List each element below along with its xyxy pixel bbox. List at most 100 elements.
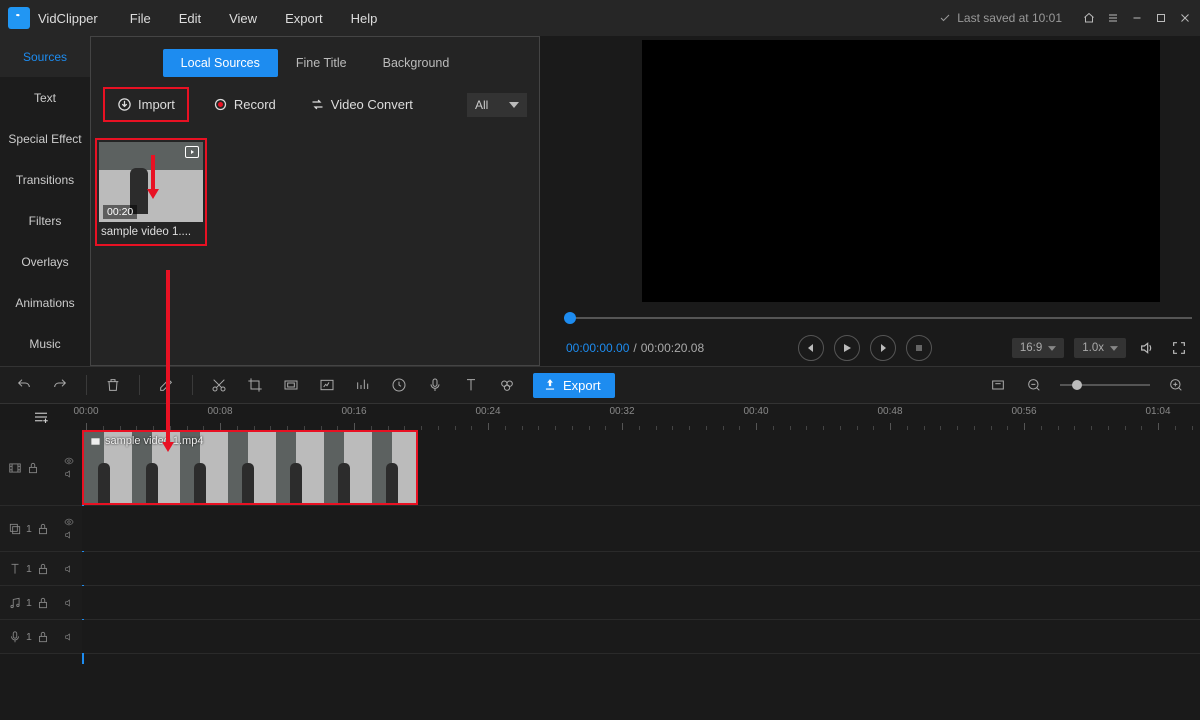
duration-button[interactable] xyxy=(389,375,409,395)
nav-filters[interactable]: Filters xyxy=(0,200,90,241)
media-panel: Local Sources Fine Title Background Impo… xyxy=(90,36,540,366)
clip-icon xyxy=(90,436,101,447)
overlay-track-content[interactable] xyxy=(82,506,1200,551)
snap-button[interactable] xyxy=(988,375,1008,395)
delete-button[interactable] xyxy=(103,375,123,395)
record-button[interactable]: Record xyxy=(203,91,286,118)
video-convert-label: Video Convert xyxy=(331,97,413,112)
nav-sources[interactable]: Sources xyxy=(0,36,90,77)
overlay-track-header[interactable]: 1 xyxy=(0,506,82,551)
effects-button[interactable] xyxy=(317,375,337,395)
scrubber-knob[interactable] xyxy=(564,312,576,324)
aspect-ratio-dropdown[interactable]: 16:9 xyxy=(1012,338,1064,358)
add-track-button[interactable] xyxy=(0,404,82,430)
tab-fine-title[interactable]: Fine Title xyxy=(278,49,365,77)
time-current: 00:00:00.00 xyxy=(566,341,629,355)
home-icon[interactable] xyxy=(1078,7,1100,29)
redo-button[interactable] xyxy=(50,375,70,395)
mute-icon[interactable] xyxy=(64,564,74,574)
play-button[interactable] xyxy=(834,335,860,361)
preview-scrubber[interactable] xyxy=(564,310,1192,326)
nav-music[interactable]: Music xyxy=(0,323,90,364)
speed-dropdown[interactable]: 1.0x xyxy=(1074,338,1126,358)
lock-icon[interactable] xyxy=(36,596,50,610)
tab-local-sources[interactable]: Local Sources xyxy=(163,49,278,77)
export-button[interactable]: Export xyxy=(533,373,615,398)
import-icon xyxy=(117,97,132,112)
voice-track-header[interactable]: 1 xyxy=(0,620,82,653)
mute-icon[interactable] xyxy=(64,469,74,479)
menu-export[interactable]: Export xyxy=(271,3,337,34)
filter-dropdown[interactable]: All xyxy=(467,93,527,117)
menu-file[interactable]: File xyxy=(116,3,165,34)
menu-help[interactable]: Help xyxy=(337,3,392,34)
video-track-content[interactable]: sample video 1.mp4 xyxy=(82,430,1200,505)
aspect-button[interactable] xyxy=(281,375,301,395)
video-convert-button[interactable]: Video Convert xyxy=(300,91,423,118)
import-button[interactable]: Import xyxy=(107,91,185,118)
video-clip[interactable]: sample video 1.mp4 xyxy=(82,430,418,505)
fullscreen-icon[interactable] xyxy=(1168,337,1190,359)
nav-transitions[interactable]: Transitions xyxy=(0,159,90,200)
crop-button[interactable] xyxy=(245,375,265,395)
lock-icon[interactable] xyxy=(26,461,40,475)
zoom-out-button[interactable] xyxy=(1024,375,1044,395)
maximize-button[interactable] xyxy=(1150,7,1172,29)
ruler-label: 00:16 xyxy=(341,406,366,417)
color-button[interactable] xyxy=(497,375,517,395)
video-track-header[interactable] xyxy=(0,430,82,505)
audio-track-icon xyxy=(8,596,22,610)
nav-animations[interactable]: Animations xyxy=(0,282,90,323)
time-total: 00:00:20.08 xyxy=(641,341,704,355)
left-nav: Sources Text Special Effect Transitions … xyxy=(0,36,90,366)
media-item[interactable]: 00:20 sample video 1.... xyxy=(95,138,207,246)
nav-overlays[interactable]: Overlays xyxy=(0,241,90,282)
eye-icon[interactable] xyxy=(64,517,74,527)
cut-button[interactable] xyxy=(209,375,229,395)
close-button[interactable] xyxy=(1174,7,1196,29)
lock-icon[interactable] xyxy=(36,522,50,536)
overlay-track-icon xyxy=(8,522,22,536)
mute-icon[interactable] xyxy=(64,632,74,642)
zoom-slider-knob[interactable] xyxy=(1072,380,1082,390)
lock-icon[interactable] xyxy=(36,562,50,576)
text-track-content[interactable] xyxy=(82,552,1200,585)
text-button[interactable] xyxy=(461,375,481,395)
text-track-header[interactable]: 1 xyxy=(0,552,82,585)
text-track-icon xyxy=(8,562,22,576)
import-label: Import xyxy=(138,97,175,112)
prev-frame-button[interactable] xyxy=(798,335,824,361)
eye-icon[interactable] xyxy=(64,456,74,466)
audio-track-header[interactable]: 1 xyxy=(0,586,82,619)
ruler-label: 00:24 xyxy=(475,406,500,417)
menu-view[interactable]: View xyxy=(215,3,271,34)
ruler-label: 00:48 xyxy=(877,406,902,417)
ruler[interactable]: 00:0000:0800:1600:2400:3200:4000:4800:56… xyxy=(82,404,1200,430)
ruler-row: 00:0000:0800:1600:2400:3200:4000:4800:56… xyxy=(0,404,1200,430)
nav-special-effect[interactable]: Special Effect xyxy=(0,118,90,159)
voice-track-content[interactable] xyxy=(82,620,1200,653)
audio-track: 1 xyxy=(0,586,1200,620)
mute-icon[interactable] xyxy=(64,598,74,608)
next-frame-button[interactable] xyxy=(870,335,896,361)
chevron-down-icon xyxy=(1110,346,1118,351)
mute-icon[interactable] xyxy=(64,530,74,540)
undo-button[interactable] xyxy=(14,375,34,395)
voiceover-button[interactable] xyxy=(425,375,445,395)
stop-button[interactable] xyxy=(906,335,932,361)
nav-text[interactable]: Text xyxy=(0,77,90,118)
lock-icon[interactable] xyxy=(36,630,50,644)
volume-icon[interactable] xyxy=(1136,337,1158,359)
menu-edit[interactable]: Edit xyxy=(165,3,215,34)
audio-track-content[interactable] xyxy=(82,586,1200,619)
hamburger-icon[interactable] xyxy=(1102,7,1124,29)
edit-button[interactable] xyxy=(156,375,176,395)
media-item-name: sample video 1.... xyxy=(99,222,203,242)
minimize-button[interactable] xyxy=(1126,7,1148,29)
adjust-button[interactable] xyxy=(353,375,373,395)
zoom-in-button[interactable] xyxy=(1166,375,1186,395)
zoom-slider[interactable] xyxy=(1060,384,1150,386)
preview-screen[interactable] xyxy=(642,40,1160,302)
overlay-track: 1 xyxy=(0,506,1200,552)
tab-background[interactable]: Background xyxy=(365,49,468,77)
